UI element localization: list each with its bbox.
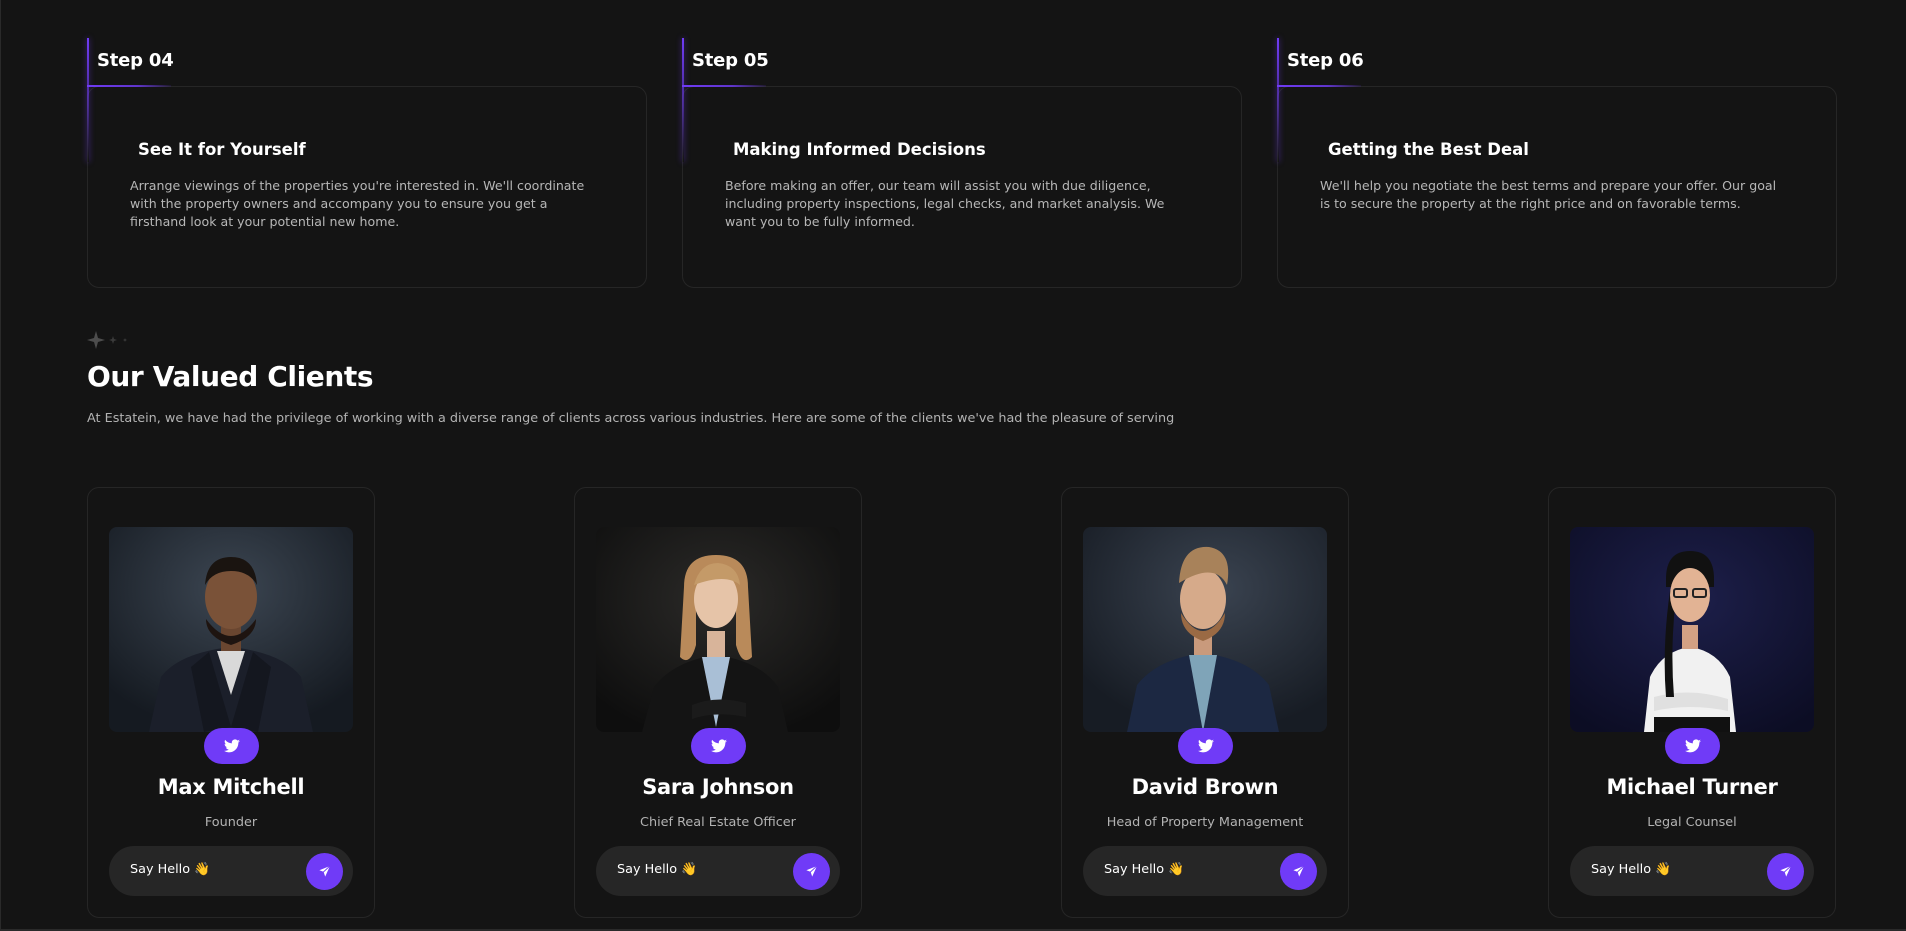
step-accent-underline: [682, 85, 766, 87]
say-hello-field[interactable]: Say Hello 👋: [1083, 846, 1327, 896]
step-title: Making Informed Decisions: [733, 140, 986, 159]
section-description: At Estatein, we have had the privilege o…: [87, 411, 1175, 426]
send-icon: [804, 864, 819, 879]
step-label: Step 05: [692, 50, 769, 71]
step-title: See It for Yourself: [138, 140, 306, 159]
twitter-icon: [710, 739, 727, 753]
step-description: We'll help you negotiate the best terms …: [1320, 178, 1777, 211]
twitter-icon: [223, 739, 240, 753]
twitter-button[interactable]: [691, 728, 746, 764]
step-accent-line: [87, 38, 89, 162]
client-photo: [596, 527, 840, 732]
send-button[interactable]: [1280, 853, 1317, 890]
step-accent-line: [682, 38, 684, 162]
step-card-05: Step 05 Making Informed Decisions Before…: [682, 38, 1242, 288]
client-photo: [1570, 527, 1814, 732]
send-icon: [1291, 864, 1306, 879]
say-hello-label: Say Hello 👋: [130, 862, 211, 877]
section-title: Our Valued Clients: [87, 360, 374, 393]
client-name: Michael Turner: [1606, 775, 1778, 799]
client-role: Legal Counsel: [1647, 815, 1737, 830]
say-hello-label: Say Hello 👋: [1104, 862, 1185, 877]
say-hello-label: Say Hello 👋: [1591, 862, 1672, 877]
step-label: Step 04: [97, 50, 174, 71]
twitter-icon: [1197, 739, 1214, 753]
step-title: Getting the Best Deal: [1328, 140, 1529, 159]
client-role: Founder: [204, 815, 258, 830]
say-hello-field[interactable]: Say Hello 👋: [1570, 846, 1814, 896]
send-icon: [317, 864, 332, 879]
client-card: David Brown Head of Property Management …: [1061, 487, 1349, 918]
step-accent-line: [1277, 38, 1279, 162]
client-card: Sara Johnson Chief Real Estate Officer S…: [574, 487, 862, 918]
send-button[interactable]: [306, 853, 343, 890]
step-accent-underline: [1277, 85, 1361, 87]
client-role: Chief Real Estate Officer: [640, 815, 796, 830]
client-card: Max Mitchell Founder Say Hello 👋: [87, 487, 375, 918]
sparkle-icon: [87, 331, 131, 353]
send-button[interactable]: [793, 853, 830, 890]
client-role: Head of Property Management: [1106, 815, 1304, 830]
client-name: Sara Johnson: [642, 775, 794, 799]
client-name: Max Mitchell: [157, 775, 305, 799]
client-name: David Brown: [1131, 775, 1279, 799]
step-description: Arrange viewings of the properties you'r…: [130, 178, 585, 229]
say-hello-field[interactable]: Say Hello 👋: [109, 846, 353, 896]
twitter-button[interactable]: [1665, 728, 1720, 764]
step-label: Step 06: [1287, 50, 1364, 71]
client-card: Michael Turner Legal Counsel Say Hello 👋: [1548, 487, 1836, 918]
step-accent-underline: [87, 85, 171, 87]
send-icon: [1778, 864, 1793, 879]
page: Step 04 See It for Yourself Arrange view…: [0, 0, 1906, 931]
twitter-icon: [1684, 739, 1701, 753]
twitter-button[interactable]: [1178, 728, 1233, 764]
step-card-06: Step 06 Getting the Best Deal We'll help…: [1277, 38, 1837, 288]
step-description: Before making an offer, our team will as…: [725, 178, 1165, 229]
client-photo: [109, 527, 353, 732]
step-card-04: Step 04 See It for Yourself Arrange view…: [87, 38, 647, 288]
send-button[interactable]: [1767, 853, 1804, 890]
window-edge: [0, 0, 1, 931]
client-photo: [1083, 527, 1327, 732]
say-hello-label: Say Hello 👋: [617, 862, 698, 877]
twitter-button[interactable]: [204, 728, 259, 764]
say-hello-field[interactable]: Say Hello 👋: [596, 846, 840, 896]
